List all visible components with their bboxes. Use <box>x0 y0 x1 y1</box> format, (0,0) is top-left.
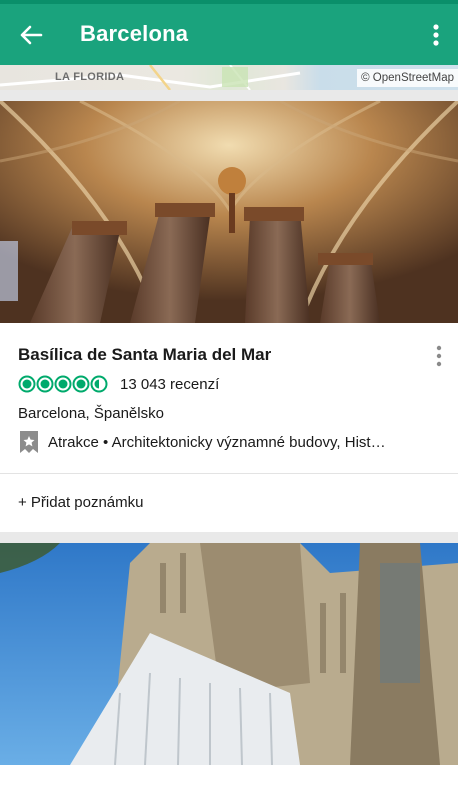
result-card[interactable] <box>0 543 458 790</box>
map-preview[interactable]: LA FLORIDA © OpenStreetMap <box>0 65 458 90</box>
attraction-category: Atrakce • Architektonicky významné budov… <box>18 429 386 455</box>
attraction-photo[interactable] <box>0 543 458 765</box>
map-district-label: LA FLORIDA <box>55 71 125 83</box>
result-card[interactable]: Basílica de Santa Maria del Mar 13 043 r… <box>0 101 458 532</box>
add-note-button[interactable]: + Přidat poznámku <box>18 494 144 511</box>
cathedral-interior-image <box>0 101 458 323</box>
attraction-location: Barcelona, Španělsko <box>18 405 164 422</box>
category-text: Atrakce • Architektonicky významné budov… <box>48 433 386 451</box>
attraction-photo[interactable] <box>0 101 458 323</box>
app-bar: Barcelona <box>0 4 458 65</box>
map-attribution[interactable]: © OpenStreetMap <box>357 69 458 87</box>
attraction-name[interactable]: Basílica de Santa Maria del Mar <box>18 345 271 365</box>
rating-bubbles-icon <box>18 375 108 393</box>
review-count[interactable]: 13 043 recenzí <box>120 376 219 393</box>
card-more-options-icon[interactable] <box>436 345 442 367</box>
back-arrow-icon[interactable] <box>14 18 48 52</box>
divider <box>0 473 458 474</box>
more-options-icon[interactable] <box>426 18 446 52</box>
attraction-ticket-icon <box>20 431 38 453</box>
sagrada-familia-image <box>0 543 458 765</box>
rating-row: 13 043 recenzí <box>18 374 219 394</box>
page-title: Barcelona <box>80 21 189 46</box>
